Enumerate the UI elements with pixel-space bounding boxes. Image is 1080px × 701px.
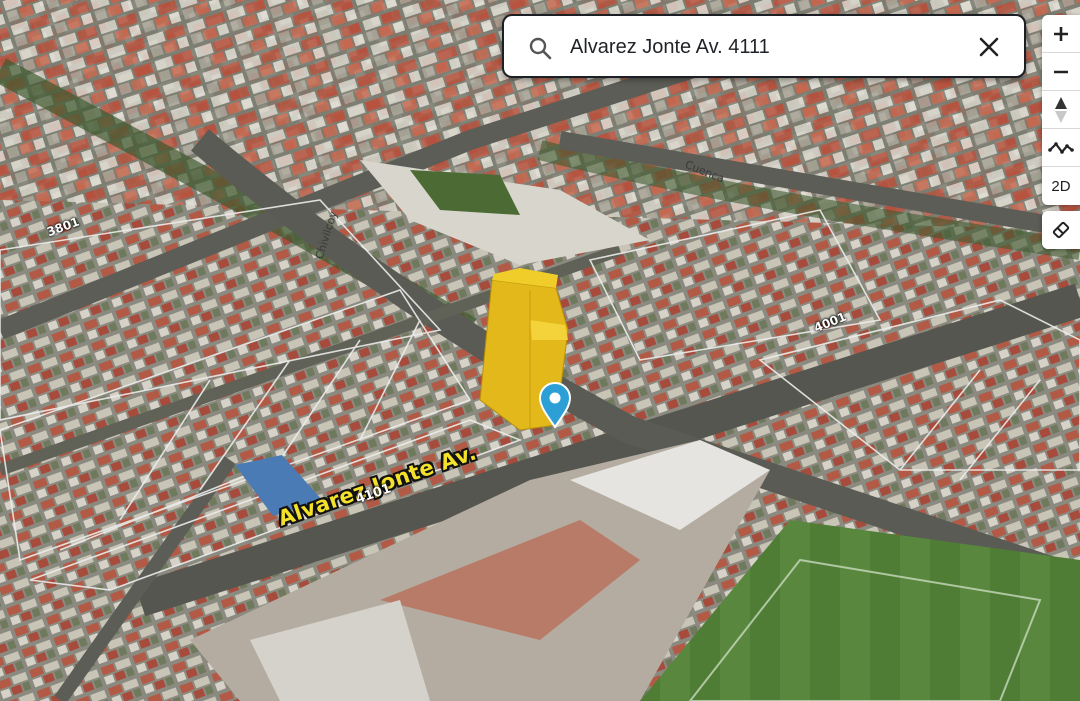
zoom-out-button[interactable] bbox=[1042, 53, 1080, 91]
search-input[interactable] bbox=[570, 30, 960, 64]
navigation-controls: 2D bbox=[1042, 15, 1080, 205]
map-canvas[interactable] bbox=[0, 0, 1080, 701]
zoom-in-button[interactable] bbox=[1042, 15, 1080, 53]
compass-icon bbox=[1055, 96, 1067, 123]
map-controls: 2D bbox=[1042, 15, 1080, 249]
eraser-icon bbox=[1052, 221, 1070, 239]
terrain-icon bbox=[1048, 141, 1074, 154]
minus-icon bbox=[1054, 70, 1068, 73]
map-style-button[interactable] bbox=[1042, 211, 1080, 249]
view-mode-2d-button[interactable]: 2D bbox=[1042, 167, 1080, 205]
compass-button[interactable] bbox=[1042, 91, 1080, 129]
style-controls bbox=[1042, 211, 1080, 249]
plus-icon bbox=[1054, 26, 1068, 41]
terrain-button[interactable] bbox=[1042, 129, 1080, 167]
close-icon[interactable] bbox=[976, 34, 1002, 60]
search-bar bbox=[502, 14, 1026, 78]
search-icon bbox=[529, 37, 552, 60]
